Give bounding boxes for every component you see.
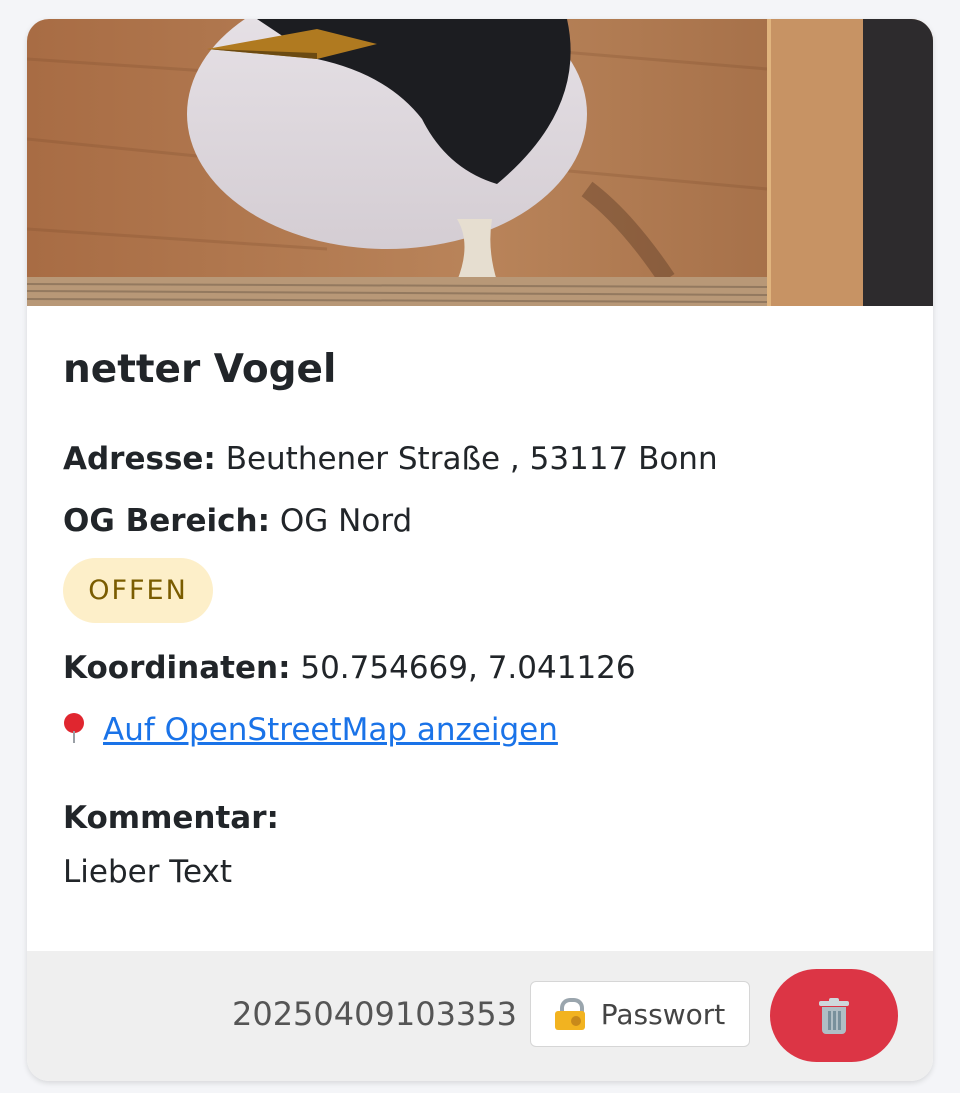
- address-value: Beuthener Straße , 53117 Bonn: [225, 441, 718, 477]
- og-area-label: OG Bereich:: [63, 503, 271, 539]
- trash-icon: [819, 997, 849, 1034]
- password-button-label: Passwort: [600, 997, 726, 1031]
- coordinates-row: Koordinaten: 50.754669, 7.041126: [63, 650, 636, 687]
- openstreetmap-link-text: Auf OpenStreetMap anzeigen: [103, 712, 558, 748]
- pin-icon: [63, 713, 85, 743]
- password-button[interactable]: Passwort: [530, 981, 750, 1047]
- status-badge: OFFEN: [63, 558, 213, 623]
- bird-photo[interactable]: [27, 19, 933, 306]
- lock-icon: [554, 998, 585, 1030]
- og-area-value: OG Nord: [279, 503, 413, 539]
- card-footer: 20250409103353 Passwort: [27, 951, 933, 1081]
- address-row: Adresse: Beuthener Straße , 53117 Bonn: [63, 441, 718, 478]
- og-area-row: OG Bereich: OG Nord: [63, 503, 412, 540]
- coordinates-label: Koordinaten:: [63, 650, 291, 686]
- report-card: netter Vogel Adresse: Beuthener Straße ,…: [27, 19, 933, 1081]
- comment-text: Lieber Text: [63, 854, 233, 890]
- address-label: Adresse:: [63, 441, 216, 477]
- delete-button[interactable]: [770, 969, 898, 1062]
- openstreetmap-link[interactable]: Auf OpenStreetMap anzeigen: [63, 712, 558, 749]
- card-title: netter Vogel: [63, 347, 337, 392]
- coordinates-value: 50.754669, 7.041126: [300, 650, 636, 686]
- comment-label: Kommentar:: [63, 800, 279, 836]
- report-id: 20250409103353: [231, 995, 517, 1033]
